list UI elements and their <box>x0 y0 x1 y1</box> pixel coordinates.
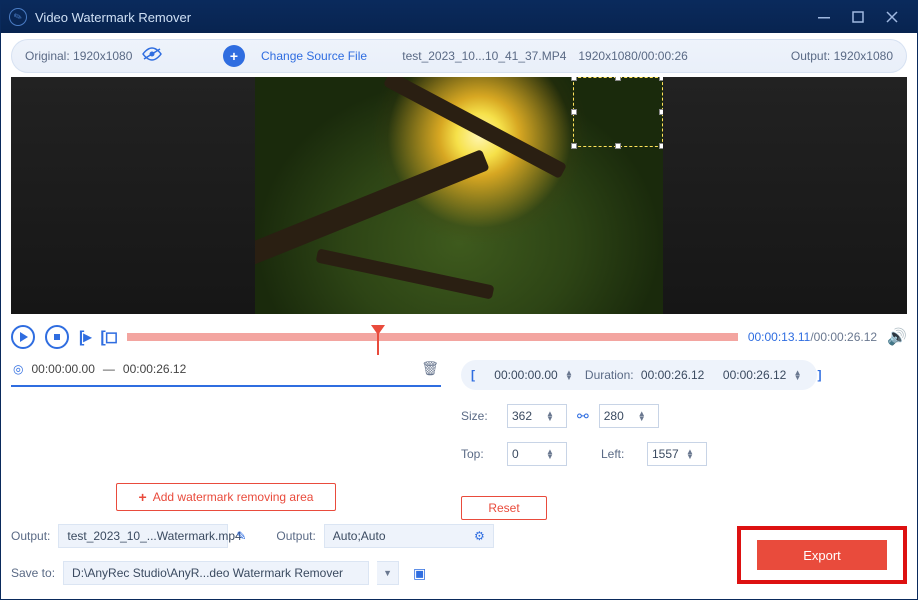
spinner[interactable]: ▲▼ <box>638 411 646 421</box>
playhead[interactable] <box>371 325 385 335</box>
size-label: Size: <box>461 409 497 423</box>
original-resolution-label: Original: 1920x1080 <box>25 49 132 63</box>
export-highlight: Export <box>737 526 907 584</box>
top-toolbar: Original: 1920x1080 + Change Source File… <box>11 39 907 73</box>
link-aspect-icon[interactable]: ⚯ <box>577 408 589 425</box>
spinner[interactable]: ▲▼ <box>565 370 573 380</box>
maximize-button[interactable] <box>841 1 875 33</box>
trim-end-field[interactable]: 00:00:26.12 <box>720 368 790 382</box>
trim-in-bracket[interactable]: [ <box>467 368 479 382</box>
plus-icon: + <box>139 489 147 505</box>
save-to-label: Save to: <box>11 566 55 580</box>
output-resolution-label: Output: 1920x1080 <box>723 49 893 63</box>
resize-handle[interactable] <box>571 77 577 81</box>
set-in-point-button[interactable]: [▸ <box>79 327 90 347</box>
play-button[interactable] <box>11 325 35 349</box>
resize-handle[interactable] <box>615 143 621 149</box>
resize-handle[interactable] <box>659 109 663 115</box>
spinner[interactable]: ▲▼ <box>794 370 802 380</box>
trim-controls: [ 00:00:00.00▲▼ Duration:00:00:26.12 00:… <box>461 360 817 390</box>
add-watermark-area-button[interactable]: + Add watermark removing area <box>116 483 336 511</box>
reset-button[interactable]: Reset <box>461 496 547 520</box>
segment-end: 00:00:26.12 <box>123 362 186 376</box>
app-title: Video Watermark Remover <box>35 10 807 25</box>
trim-duration-field[interactable]: 00:00:26.12 <box>638 368 708 382</box>
left-label: Left: <box>601 447 637 461</box>
time-readout: 00:00:13.11/00:00:26.12 <box>748 330 877 344</box>
resize-handle[interactable] <box>659 77 663 81</box>
add-source-button[interactable]: + <box>223 45 245 67</box>
width-input[interactable] <box>512 409 546 423</box>
save-path-box: D:\AnyRec Studio\AnyR...deo Watermark Re… <box>63 561 369 585</box>
left-input[interactable] <box>652 447 686 461</box>
resize-handle[interactable] <box>571 143 577 149</box>
resize-handle[interactable] <box>571 109 577 115</box>
playback-bar: [▸ [◻ 00:00:13.11/00:00:26.12 🔊 <box>11 318 907 356</box>
source-meta: 1920x1080/00:00:26 <box>578 49 687 63</box>
spinner[interactable]: ▲▼ <box>546 411 554 421</box>
spinner[interactable]: ▲▼ <box>686 449 694 459</box>
open-folder-icon[interactable]: ▣ <box>413 565 426 582</box>
top-label: Top: <box>461 447 497 461</box>
watermark-selection-box[interactable] <box>573 77 663 147</box>
delete-segment-icon[interactable]: 🗑 <box>421 360 439 377</box>
trim-out-bracket[interactable]: ] <box>814 368 826 382</box>
video-preview[interactable] <box>11 77 907 314</box>
stop-button[interactable] <box>45 325 69 349</box>
preview-toggle-icon[interactable] <box>142 47 162 64</box>
trim-start-field[interactable]: 00:00:00.00 <box>491 368 561 382</box>
source-filename: test_2023_10...10_41_37.MP4 <box>402 49 566 63</box>
height-input[interactable] <box>604 409 638 423</box>
output-filename-box: test_2023_10_...Watermark.mp4 <box>58 524 228 548</box>
minimize-button[interactable] <box>807 1 841 33</box>
output-format-label: Output: <box>276 529 315 543</box>
export-button[interactable]: Export <box>757 540 887 570</box>
change-source-link[interactable]: Change Source File <box>261 49 367 63</box>
app-window: ✎ Video Watermark Remover Original: 1920… <box>0 0 918 600</box>
titlebar: ✎ Video Watermark Remover <box>1 1 917 33</box>
top-input[interactable] <box>512 447 546 461</box>
spinner[interactable]: ▲▼ <box>546 449 554 459</box>
resize-handle[interactable] <box>615 77 621 81</box>
close-button[interactable] <box>875 1 909 33</box>
volume-icon[interactable]: 🔊 <box>887 327 907 347</box>
timeline-scrubber[interactable] <box>127 331 738 343</box>
output-file-label: Output: <box>11 529 50 543</box>
set-out-point-button[interactable]: [◻ <box>100 327 117 347</box>
output-format-box[interactable]: Auto;Auto ⚙ <box>324 524 494 548</box>
save-path-dropdown[interactable]: ▼ <box>377 561 399 585</box>
segment-start: 00:00:00.00 <box>31 362 94 376</box>
segment-icon: ◎ <box>13 362 23 376</box>
rename-output-icon[interactable]: ✎ <box>236 529 246 543</box>
settings-gear-icon[interactable]: ⚙ <box>474 529 485 543</box>
app-logo-icon: ✎ <box>9 8 27 26</box>
resize-handle[interactable] <box>659 143 663 149</box>
segment-row[interactable]: ◎ 00:00:00.00 — 00:00:26.12 🗑 <box>11 356 441 387</box>
